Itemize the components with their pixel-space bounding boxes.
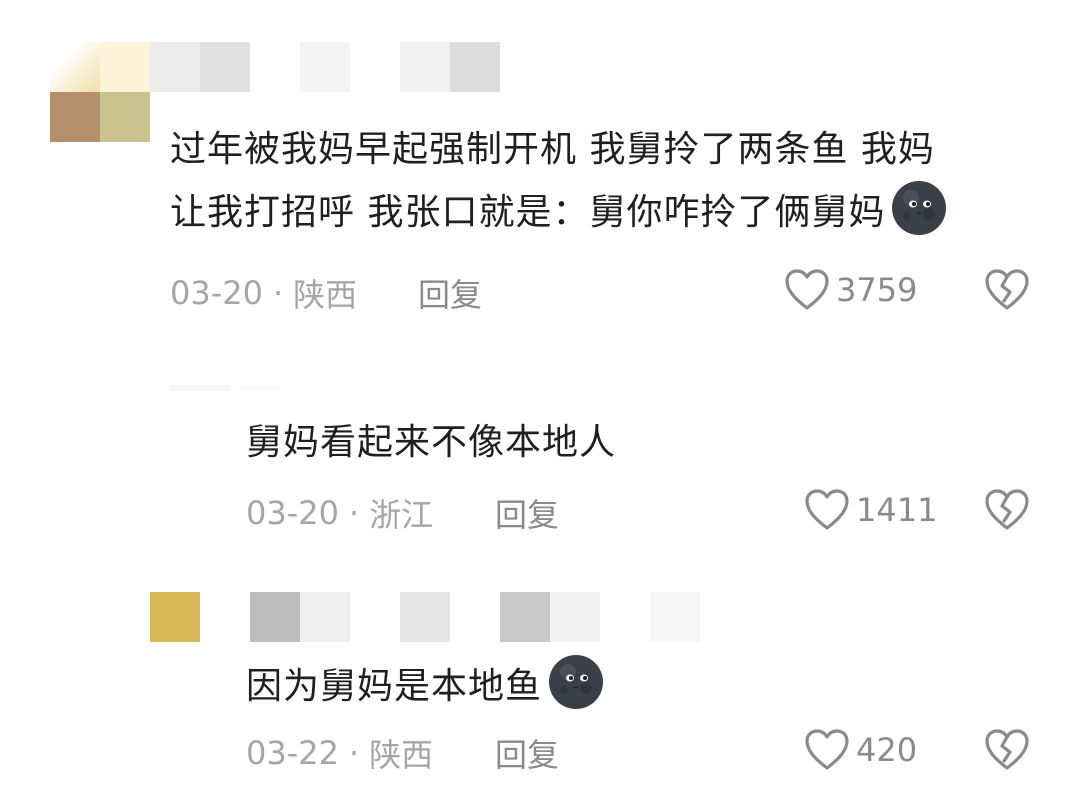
avatar-pixel	[100, 92, 150, 142]
dislike-button[interactable]	[984, 488, 1030, 536]
avatar-pixel	[150, 592, 200, 642]
comment-text-segment: 让我打招呼 我张口就是：舅你咋拎了俩舅妈	[170, 192, 886, 233]
username-pixel	[400, 42, 450, 92]
new-moon-face-icon	[549, 655, 604, 709]
username-pixel	[150, 42, 200, 92]
username-pixel	[650, 592, 700, 642]
comment-meta: 03-22 · 陕西	[246, 730, 433, 776]
dislike-button[interactable]	[984, 268, 1030, 316]
comment-text-line: 过年被我妈早起强制开机 我舅拎了两条鱼 我妈	[170, 129, 935, 170]
username-pixel	[550, 592, 600, 642]
like-button[interactable]: 3759	[784, 268, 917, 312]
meta-separator: ·	[272, 274, 284, 312]
username-pixel	[500, 592, 550, 642]
comment-date: 03-20	[170, 274, 263, 312]
comment-location: 浙江	[369, 496, 434, 534]
broken-heart-icon	[985, 269, 1029, 310]
avatar-pixel	[50, 92, 100, 142]
avatar-pixel	[100, 42, 150, 92]
username-pixel	[170, 385, 230, 391]
heart-icon	[805, 729, 849, 770]
comment-location: 陕西	[369, 736, 434, 774]
comment-location: 陕西	[293, 276, 358, 314]
username-pixel	[300, 42, 350, 92]
username-pixel	[450, 42, 500, 92]
like-count: 3759	[836, 271, 918, 309]
comment-text-line: 让我打招呼 我张口就是：舅你咋拎了俩舅妈	[170, 180, 947, 243]
heart-icon	[785, 269, 829, 310]
comment-text: 过年被我妈早起强制开机 我舅拎了两条鱼 我妈 让我打招呼 我张口就是：舅你咋拎了…	[170, 120, 947, 243]
reply-button[interactable]: 回复	[495, 730, 559, 776]
like-count: 420	[856, 731, 918, 769]
meta-separator: ·	[348, 494, 360, 532]
comment-date: 03-22	[246, 734, 339, 772]
dislike-button[interactable]	[984, 728, 1030, 776]
comment-date: 03-20	[246, 494, 339, 532]
avatar-pixel	[50, 42, 100, 92]
username-pixel	[300, 592, 350, 642]
like-count: 1411	[856, 491, 938, 529]
like-button[interactable]: 1411	[804, 488, 937, 532]
new-moon-face-icon	[892, 181, 947, 235]
reply-button[interactable]: 回复	[495, 490, 559, 536]
comment-text: 舅妈看起来不像本地人	[246, 422, 617, 463]
like-button[interactable]: 420	[804, 728, 917, 772]
meta-separator: ·	[348, 734, 360, 772]
username-pixel	[240, 385, 280, 391]
reply-button[interactable]: 回复	[418, 270, 482, 316]
comment-meta: 03-20 · 浙江	[246, 490, 433, 536]
heart-icon	[805, 489, 849, 530]
username-pixel	[400, 592, 450, 642]
comment-text-segment: 因为舅妈是本地鱼	[246, 666, 543, 707]
comment-text: 因为舅妈是本地鱼	[246, 654, 604, 717]
broken-heart-icon	[985, 729, 1029, 770]
comment-thread: 过年被我妈早起强制开机 我舅拎了两条鱼 我妈 让我打招呼 我张口就是：舅你咋拎了…	[0, 0, 1080, 792]
broken-heart-icon	[985, 489, 1029, 530]
username-pixel	[200, 42, 250, 92]
username-pixel	[250, 592, 300, 642]
comment-meta: 03-20 · 陕西	[170, 270, 357, 316]
